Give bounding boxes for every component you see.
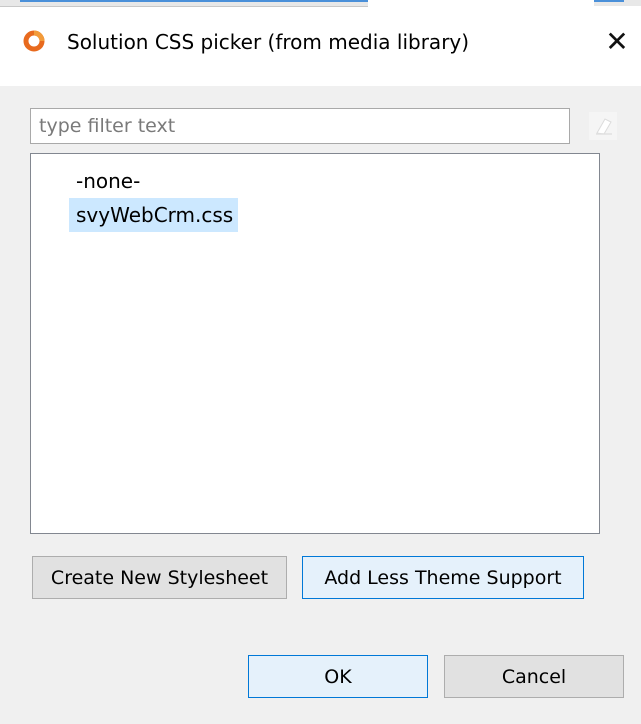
eraser-icon[interactable] (588, 111, 618, 141)
close-button[interactable]: ✕ (600, 24, 634, 58)
ok-button[interactable]: OK (248, 655, 428, 698)
list-item-none[interactable]: -none- (69, 164, 145, 198)
title-bar: Solution CSS picker (from media library)… (0, 0, 641, 86)
stylesheet-list[interactable]: -none- svyWebCrm.css (30, 153, 600, 534)
close-icon: ✕ (605, 24, 629, 58)
dialog-title: Solution CSS picker (from media library) (67, 30, 470, 54)
create-new-stylesheet-button[interactable]: Create New Stylesheet (32, 556, 287, 599)
servoy-logo-icon (23, 30, 45, 52)
cancel-button[interactable]: Cancel (444, 655, 624, 698)
background-window-edge-right (594, 0, 641, 6)
background-window-edge (0, 0, 368, 7)
list-item-svywebcrm[interactable]: svyWebCrm.css (69, 198, 239, 232)
filter-input[interactable] (30, 108, 570, 144)
add-less-theme-support-button[interactable]: Add Less Theme Support (302, 556, 584, 599)
